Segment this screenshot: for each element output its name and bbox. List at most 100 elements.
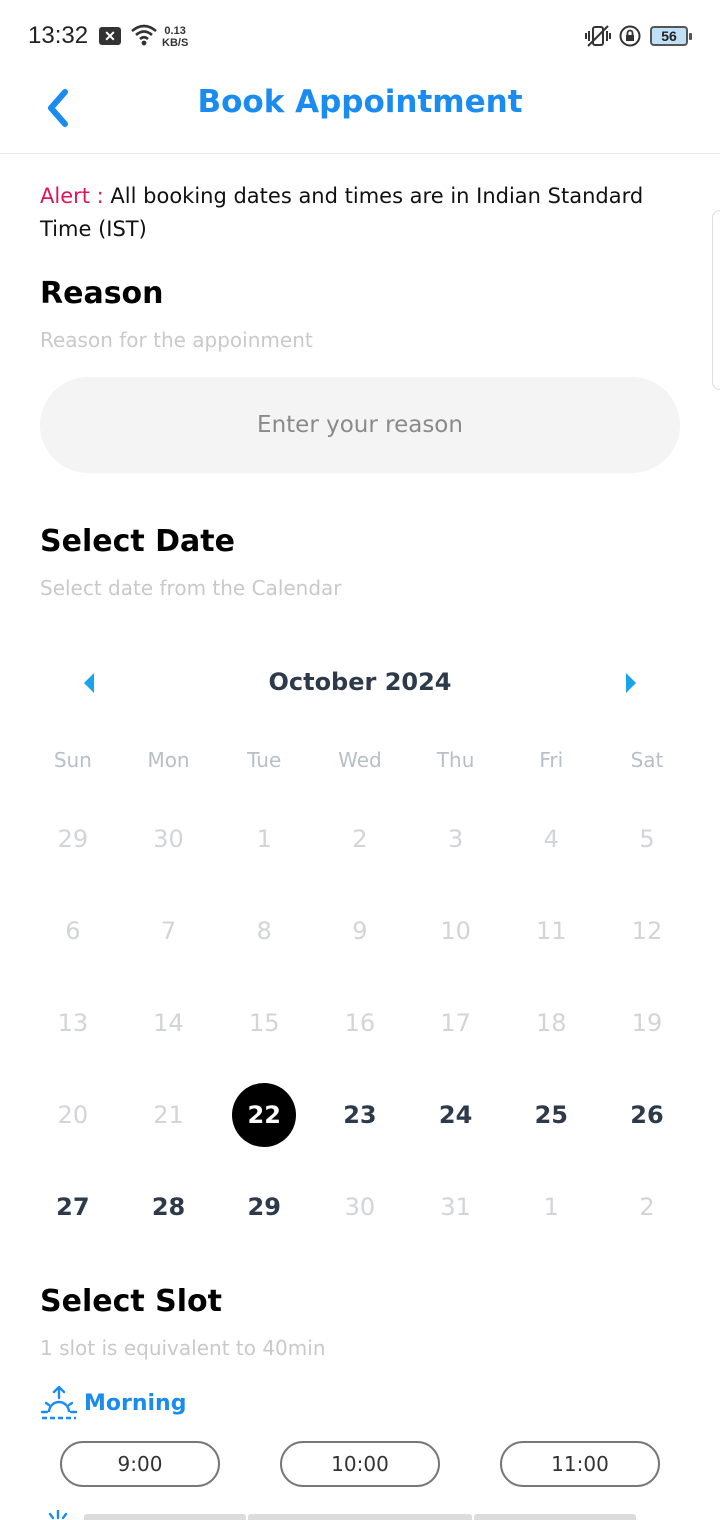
afternoon-slot-button[interactable] [248, 1514, 472, 1520]
wifi-icon [130, 23, 158, 51]
calendar-day[interactable]: 29 [216, 1161, 312, 1253]
reason-title: Reason [40, 276, 164, 311]
select-date-title: Select Date [40, 524, 235, 559]
select-slot-title: Select Slot [40, 1284, 222, 1319]
calendar-day: 30 [312, 1161, 408, 1253]
calendar-day-number: 24 [438, 1101, 473, 1129]
weekday-label: Fri [539, 748, 564, 772]
calendar-day: 19 [599, 977, 695, 1069]
caret-right-icon [626, 673, 636, 693]
calendar-month-label: October 2024 [268, 668, 452, 696]
calendar-day-number: 21 [153, 1101, 184, 1129]
calendar-day-number: 30 [344, 1193, 376, 1221]
calendar-day[interactable]: 25 [503, 1069, 599, 1161]
morning-header: Morning [40, 1386, 186, 1420]
calendar-day: 10 [408, 885, 504, 977]
calendar-day: 29 [25, 793, 121, 885]
calendar-grid: 29 30 1 2 3 4 5 6 7 8 9 10 11 12 13 14 15 16 17 18 19 20 21 22 2… [25, 793, 695, 1253]
calendar-day-number: 16 [344, 1009, 376, 1037]
calendar-day: 17 [408, 977, 504, 1069]
calendar-day-number: 18 [536, 1009, 567, 1037]
calendar-day-number: 8 [256, 917, 272, 945]
calendar-day-number: 5 [639, 825, 655, 853]
calendar-day: 13 [25, 977, 121, 1069]
calendar-day-number: 29 [57, 825, 89, 853]
calendar-weekdays: Sun Mon Tue Wed Thu Fri Sat [25, 748, 695, 772]
calendar-day-number: 23 [343, 1101, 377, 1129]
calendar-day[interactable]: 27 [25, 1161, 121, 1253]
select-date-subtitle: Select date from the Calendar [40, 576, 342, 600]
weekday-label: Tue [247, 748, 282, 772]
scroll-indicator [712, 210, 720, 390]
calendar-day[interactable]: 23 [312, 1069, 408, 1161]
afternoon-slot-button[interactable] [474, 1514, 636, 1520]
calendar-day[interactable]: 24 [408, 1069, 504, 1161]
calendar-day: 8 [216, 885, 312, 977]
calendar-day-selected[interactable]: 22 [216, 1069, 312, 1161]
calendar-day: 1 [503, 1161, 599, 1253]
calendar-day: 7 [121, 885, 217, 977]
alert-label: Alert : [40, 184, 104, 208]
calendar-day: 2 [312, 793, 408, 885]
calendar-day-number: 15 [248, 1009, 280, 1037]
calendar-day-number: 14 [153, 1009, 184, 1037]
vibrate-off-icon [584, 24, 612, 52]
calendar-day-number: 2 [639, 1193, 655, 1221]
network-speed-unit: KB/S [162, 37, 189, 49]
weekday-label: Mon [147, 748, 190, 772]
calendar-day-number: 19 [631, 1009, 663, 1037]
calendar-day-number: 3 [447, 825, 464, 853]
calendar-day: 4 [503, 793, 599, 885]
calendar-day-number: 2 [352, 825, 368, 853]
select-slot-subtitle: 1 slot is equivalent to 40min [40, 1336, 326, 1360]
calendar-day-number: 30 [153, 825, 184, 853]
calendar-day[interactable]: 28 [121, 1161, 217, 1253]
calendar-day-number: 28 [151, 1193, 186, 1221]
calendar-day-number: 9 [352, 917, 368, 945]
next-month-button[interactable] [616, 668, 646, 698]
calendar-day-number: 12 [631, 917, 663, 945]
calendar-day: 3 [408, 793, 504, 885]
calendar-day: 1 [216, 793, 312, 885]
calendar-day: 14 [121, 977, 217, 1069]
calendar-day: 31 [408, 1161, 504, 1253]
calendar-day-number: 29 [247, 1193, 281, 1221]
reason-subtitle: Reason for the appoinment [40, 328, 313, 352]
afternoon-slot-button[interactable] [84, 1514, 246, 1520]
calendar-day-number: 7 [160, 917, 177, 945]
timezone-alert: Alert : All booking dates and times are … [40, 180, 680, 246]
calendar-day-number: 6 [65, 917, 81, 945]
calendar-day-number: 17 [440, 1009, 471, 1037]
calendar-day: 5 [599, 793, 695, 885]
calendar-day-number: 1 [543, 1193, 559, 1221]
calendar-day: 6 [25, 885, 121, 977]
weekday-label: Sat [630, 748, 664, 772]
weekday-label: Wed [338, 748, 382, 772]
network-speed: 0.13 KB/S [162, 25, 188, 49]
page-title: Book Appointment [197, 84, 523, 120]
sunrise-icon [40, 1386, 78, 1420]
calendar-day: 2 [599, 1161, 695, 1253]
calendar-day-number: 4 [543, 825, 559, 853]
calendar-day: 12 [599, 885, 695, 977]
calendar-day-number: 31 [440, 1193, 471, 1221]
calendar-day: 9 [312, 885, 408, 977]
alert-text: All booking dates and times are in India… [40, 184, 644, 241]
calendar-day[interactable]: 26 [599, 1069, 695, 1161]
weekday-label: Thu [436, 748, 475, 772]
calendar-day-number: 1 [256, 825, 272, 853]
x-box-icon: ✕ [99, 27, 121, 45]
calendar-day: 21 [121, 1069, 217, 1161]
weekday-label: Sun [53, 748, 92, 772]
rotation-lock-icon [618, 24, 642, 52]
sun-icon [48, 1510, 68, 1520]
reason-input[interactable] [40, 377, 680, 473]
calendar-day-number: 27 [56, 1193, 90, 1221]
slot-button-11[interactable]: 11:00 [500, 1441, 660, 1487]
calendar-day: 30 [121, 793, 217, 885]
slot-button-9[interactable]: 9:00 [60, 1441, 220, 1487]
status-bar: 13:32 ✕ 0.13 KB/S 56 [0, 0, 720, 72]
slot-button-10[interactable]: 10:00 [280, 1441, 440, 1487]
calendar-day: 16 [312, 977, 408, 1069]
calendar-day-number: 11 [536, 917, 567, 945]
